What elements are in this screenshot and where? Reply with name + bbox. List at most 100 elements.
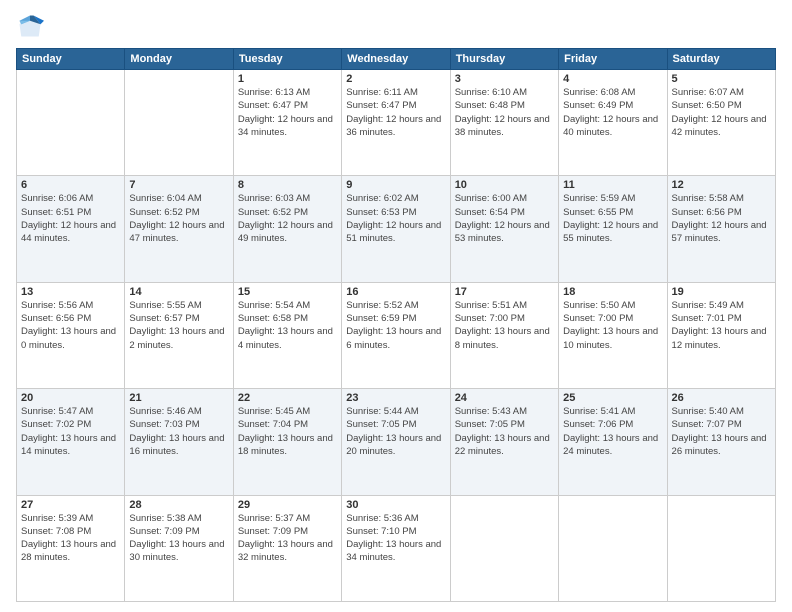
weekday-header-wednesday: Wednesday [342, 49, 450, 70]
day-info: Sunrise: 5:51 AM Sunset: 7:00 PM Dayligh… [455, 299, 554, 352]
sunrise-label: Sunrise: 6:08 AM [563, 87, 635, 98]
sunrise-label: Sunrise: 5:36 AM [346, 513, 418, 524]
calendar-cell: 21 Sunrise: 5:46 AM Sunset: 7:03 PM Dayl… [125, 389, 233, 495]
sunrise-label: Sunrise: 5:54 AM [238, 300, 310, 311]
daylight-label: Daylight: 13 hours and 0 minutes. [21, 326, 116, 350]
sunrise-label: Sunrise: 5:44 AM [346, 406, 418, 417]
page: SundayMondayTuesdayWednesdayThursdayFrid… [0, 0, 792, 612]
daylight-label: Daylight: 13 hours and 30 minutes. [129, 539, 224, 563]
sunset-label: Sunset: 6:57 PM [129, 313, 199, 324]
calendar-cell [667, 495, 775, 601]
sunrise-label: Sunrise: 5:59 AM [563, 193, 635, 204]
weekday-header-tuesday: Tuesday [233, 49, 341, 70]
calendar-table: SundayMondayTuesdayWednesdayThursdayFrid… [16, 48, 776, 602]
daylight-label: Daylight: 12 hours and 34 minutes. [238, 114, 333, 138]
day-number: 7 [129, 179, 228, 191]
calendar-cell: 13 Sunrise: 5:56 AM Sunset: 6:56 PM Dayl… [17, 282, 125, 388]
daylight-label: Daylight: 13 hours and 26 minutes. [672, 433, 767, 457]
sunrise-label: Sunrise: 6:11 AM [346, 87, 418, 98]
weekday-header-thursday: Thursday [450, 49, 558, 70]
calendar-cell: 25 Sunrise: 5:41 AM Sunset: 7:06 PM Dayl… [559, 389, 667, 495]
calendar-cell: 28 Sunrise: 5:38 AM Sunset: 7:09 PM Dayl… [125, 495, 233, 601]
daylight-label: Daylight: 13 hours and 22 minutes. [455, 433, 550, 457]
day-info: Sunrise: 6:00 AM Sunset: 6:54 PM Dayligh… [455, 192, 554, 245]
calendar-cell: 23 Sunrise: 5:44 AM Sunset: 7:05 PM Dayl… [342, 389, 450, 495]
day-number: 17 [455, 286, 554, 298]
day-number: 27 [21, 499, 120, 511]
calendar-cell: 27 Sunrise: 5:39 AM Sunset: 7:08 PM Dayl… [17, 495, 125, 601]
weekday-header-row: SundayMondayTuesdayWednesdayThursdayFrid… [17, 49, 776, 70]
calendar-cell: 4 Sunrise: 6:08 AM Sunset: 6:49 PM Dayli… [559, 70, 667, 176]
daylight-label: Daylight: 13 hours and 20 minutes. [346, 433, 441, 457]
sunrise-label: Sunrise: 5:38 AM [129, 513, 201, 524]
sunrise-label: Sunrise: 5:41 AM [563, 406, 635, 417]
day-number: 5 [672, 73, 771, 85]
sunset-label: Sunset: 6:58 PM [238, 313, 308, 324]
sunrise-label: Sunrise: 6:03 AM [238, 193, 310, 204]
daylight-label: Daylight: 13 hours and 8 minutes. [455, 326, 550, 350]
sunset-label: Sunset: 6:56 PM [672, 207, 742, 218]
daylight-label: Daylight: 13 hours and 24 minutes. [563, 433, 658, 457]
daylight-label: Daylight: 12 hours and 38 minutes. [455, 114, 550, 138]
day-number: 2 [346, 73, 445, 85]
sunrise-label: Sunrise: 6:10 AM [455, 87, 527, 98]
weekday-header-monday: Monday [125, 49, 233, 70]
day-number: 25 [563, 392, 662, 404]
day-info: Sunrise: 5:52 AM Sunset: 6:59 PM Dayligh… [346, 299, 445, 352]
day-number: 14 [129, 286, 228, 298]
sunset-label: Sunset: 6:55 PM [563, 207, 633, 218]
sunrise-label: Sunrise: 6:07 AM [672, 87, 744, 98]
week-row-2: 6 Sunrise: 6:06 AM Sunset: 6:51 PM Dayli… [17, 176, 776, 282]
day-number: 6 [21, 179, 120, 191]
calendar-cell: 20 Sunrise: 5:47 AM Sunset: 7:02 PM Dayl… [17, 389, 125, 495]
day-number: 22 [238, 392, 337, 404]
sunset-label: Sunset: 7:09 PM [238, 526, 308, 537]
daylight-label: Daylight: 13 hours and 10 minutes. [563, 326, 658, 350]
calendar-cell: 2 Sunrise: 6:11 AM Sunset: 6:47 PM Dayli… [342, 70, 450, 176]
daylight-label: Daylight: 12 hours and 40 minutes. [563, 114, 658, 138]
sunset-label: Sunset: 7:05 PM [346, 419, 416, 430]
sunset-label: Sunset: 6:50 PM [672, 100, 742, 111]
calendar-cell: 18 Sunrise: 5:50 AM Sunset: 7:00 PM Dayl… [559, 282, 667, 388]
day-number: 29 [238, 499, 337, 511]
sunset-label: Sunset: 7:02 PM [21, 419, 91, 430]
calendar-cell: 9 Sunrise: 6:02 AM Sunset: 6:53 PM Dayli… [342, 176, 450, 282]
day-number: 23 [346, 392, 445, 404]
day-number: 1 [238, 73, 337, 85]
day-number: 21 [129, 392, 228, 404]
day-info: Sunrise: 6:08 AM Sunset: 6:49 PM Dayligh… [563, 86, 662, 139]
sunset-label: Sunset: 6:51 PM [21, 207, 91, 218]
daylight-label: Daylight: 13 hours and 4 minutes. [238, 326, 333, 350]
daylight-label: Daylight: 13 hours and 14 minutes. [21, 433, 116, 457]
calendar-cell: 8 Sunrise: 6:03 AM Sunset: 6:52 PM Dayli… [233, 176, 341, 282]
calendar-cell: 3 Sunrise: 6:10 AM Sunset: 6:48 PM Dayli… [450, 70, 558, 176]
daylight-label: Daylight: 12 hours and 51 minutes. [346, 220, 441, 244]
sunset-label: Sunset: 6:52 PM [129, 207, 199, 218]
sunset-label: Sunset: 7:08 PM [21, 526, 91, 537]
day-number: 26 [672, 392, 771, 404]
sunset-label: Sunset: 7:07 PM [672, 419, 742, 430]
calendar-cell: 15 Sunrise: 5:54 AM Sunset: 6:58 PM Dayl… [233, 282, 341, 388]
calendar-cell [125, 70, 233, 176]
day-number: 4 [563, 73, 662, 85]
calendar-cell: 7 Sunrise: 6:04 AM Sunset: 6:52 PM Dayli… [125, 176, 233, 282]
week-row-4: 20 Sunrise: 5:47 AM Sunset: 7:02 PM Dayl… [17, 389, 776, 495]
sunset-label: Sunset: 6:59 PM [346, 313, 416, 324]
day-info: Sunrise: 6:11 AM Sunset: 6:47 PM Dayligh… [346, 86, 445, 139]
sunrise-label: Sunrise: 5:51 AM [455, 300, 527, 311]
day-info: Sunrise: 5:54 AM Sunset: 6:58 PM Dayligh… [238, 299, 337, 352]
day-info: Sunrise: 6:02 AM Sunset: 6:53 PM Dayligh… [346, 192, 445, 245]
sunset-label: Sunset: 7:04 PM [238, 419, 308, 430]
daylight-label: Daylight: 12 hours and 36 minutes. [346, 114, 441, 138]
sunset-label: Sunset: 7:00 PM [563, 313, 633, 324]
sunset-label: Sunset: 7:06 PM [563, 419, 633, 430]
daylight-label: Daylight: 12 hours and 53 minutes. [455, 220, 550, 244]
day-number: 24 [455, 392, 554, 404]
week-row-5: 27 Sunrise: 5:39 AM Sunset: 7:08 PM Dayl… [17, 495, 776, 601]
calendar-cell: 1 Sunrise: 6:13 AM Sunset: 6:47 PM Dayli… [233, 70, 341, 176]
daylight-label: Daylight: 13 hours and 32 minutes. [238, 539, 333, 563]
sunset-label: Sunset: 7:00 PM [455, 313, 525, 324]
day-number: 30 [346, 499, 445, 511]
daylight-label: Daylight: 12 hours and 55 minutes. [563, 220, 658, 244]
sunrise-label: Sunrise: 5:58 AM [672, 193, 744, 204]
